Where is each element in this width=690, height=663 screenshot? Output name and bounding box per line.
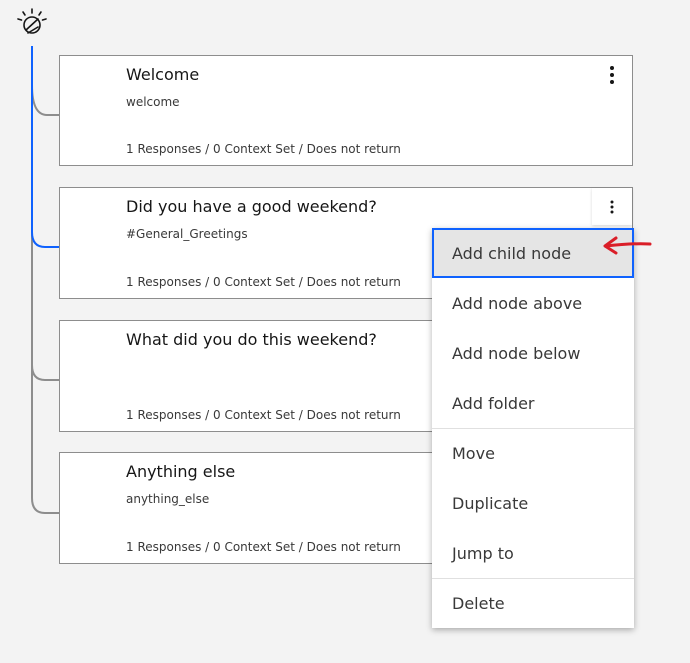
menu-item-delete[interactable]: Delete (432, 578, 634, 628)
menu-item-add-folder[interactable]: Add folder (432, 378, 634, 428)
kebab-icon (610, 65, 614, 84)
node-title: Anything else (126, 462, 236, 481)
overflow-menu-button[interactable] (592, 56, 632, 93)
annotation-arrow-icon (603, 236, 652, 255)
node-summary: 1 Responses / 0 Context Set / Does not r… (126, 142, 401, 156)
overflow-menu-button[interactable] (592, 188, 632, 225)
kebab-icon (610, 200, 614, 213)
node-condition: anything_else (126, 492, 210, 506)
node-condition: #General_Greetings (126, 227, 248, 241)
node-title: What did you do this weekend? (126, 330, 377, 349)
menu-item-duplicate[interactable]: Duplicate (432, 478, 634, 528)
menu-item-add-node-below[interactable]: Add node below (432, 328, 634, 378)
lightbulb-icon (17, 8, 47, 34)
node-summary: 1 Responses / 0 Context Set / Does not r… (126, 408, 401, 422)
node-summary: 1 Responses / 0 Context Set / Does not r… (126, 275, 401, 289)
menu-item-add-node-above[interactable]: Add node above (432, 278, 634, 328)
node-summary: 1 Responses / 0 Context Set / Does not r… (126, 540, 401, 554)
menu-item-jump-to[interactable]: Jump to (432, 528, 634, 578)
menu-item-move[interactable]: Move (432, 428, 634, 478)
node-title: Welcome (126, 65, 200, 84)
dialog-node-welcome[interactable]: Welcome welcome 1 Responses / 0 Context … (59, 55, 633, 166)
node-condition: welcome (126, 95, 180, 109)
node-title: Did you have a good weekend? (126, 197, 377, 216)
node-overflow-menu: Add child node Add node above Add node b… (432, 228, 634, 628)
